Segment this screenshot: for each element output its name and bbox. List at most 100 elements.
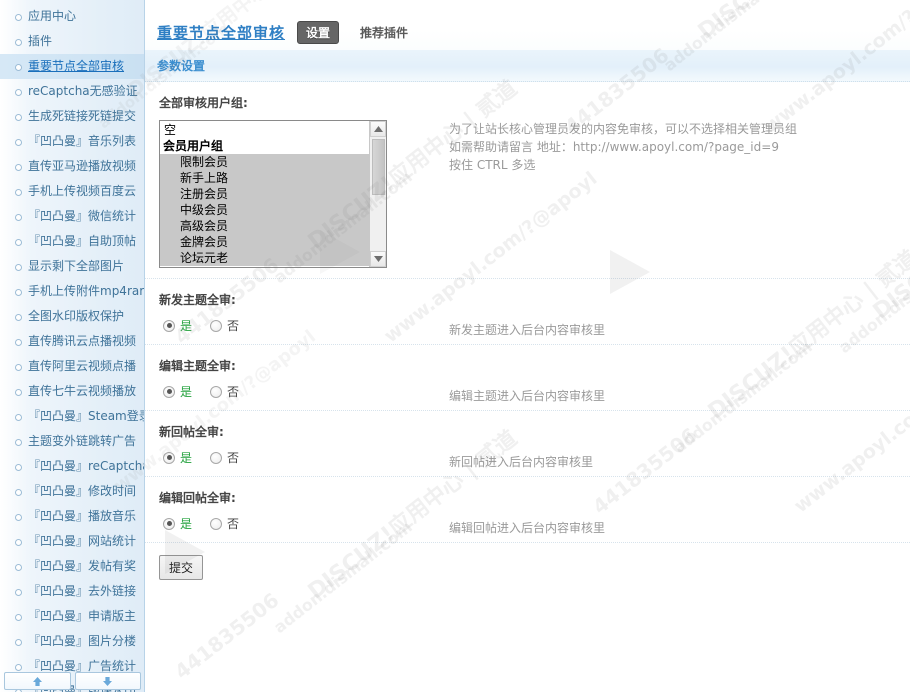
sidebar-item-21[interactable]: 『凹凸曼』网站统计 <box>0 529 144 554</box>
bullet-icon <box>15 589 22 596</box>
radio-icon <box>163 319 175 332</box>
field-usergroup-label: 全部审核用户组: <box>159 96 248 110</box>
edit-thread-radio-no[interactable]: 否 <box>210 383 239 400</box>
sidebar-item-1[interactable]: 插件 <box>0 29 144 54</box>
bullet-icon <box>15 64 22 71</box>
sidebar-pager <box>0 670 144 692</box>
bullet-icon <box>15 389 22 396</box>
bullet-icon <box>15 314 22 321</box>
arrow-up-icon <box>31 676 44 687</box>
usergroup-option[interactable]: 金牌会员 <box>160 234 369 250</box>
page-title[interactable]: 重要节点全部审核 <box>157 22 285 43</box>
sidebar-item-label: 全图水印版权保护 <box>28 309 125 323</box>
sidebar-item-label: 主题变外链跳转广告 <box>28 434 137 448</box>
usergroup-help-line-3: 按住 CTRL 多选 <box>449 158 536 172</box>
sidebar-item-label: 『凹凸曼』图片分楼 <box>28 634 137 648</box>
scrollbar-thumb[interactable] <box>372 139 385 195</box>
sidebar-scroll-up-button[interactable] <box>4 672 71 690</box>
usergroup-option[interactable]: 限制会员 <box>160 154 369 170</box>
sidebar-item-16[interactable]: 『凹凸曼』Steam登录 <box>0 404 144 429</box>
sidebar-item-label: 『凹凸曼』微信统计 <box>28 209 137 223</box>
usergroup-scrollbar[interactable] <box>369 121 386 267</box>
new-post-no-label: 否 <box>227 451 240 465</box>
sidebar-item-22[interactable]: 『凹凸曼』发帖有奖 <box>0 554 144 579</box>
edit-post-radio-yes[interactable]: 是 <box>163 515 192 532</box>
sidebar-item-13[interactable]: 直传腾讯云点播视频 <box>0 329 144 354</box>
usergroup-option[interactable]: 注册会员 <box>160 186 369 202</box>
usergroup-multiselect[interactable]: 空会员用户组限制会员新手上路注册会员中级会员高级会员金牌会员论坛元老自定义用户组 <box>159 120 387 268</box>
new-post-radio-no[interactable]: 否 <box>210 449 239 466</box>
field-usergroup-help: 为了让站长核心管理员发的内容免审核，可以不选择相关管理员组 如需帮助请留言 地址… <box>449 120 879 174</box>
sidebar-item-label: 直传阿里云视频点播 <box>28 359 137 373</box>
sidebar-item-5[interactable]: 『凹凸曼』音乐列表 <box>0 129 144 154</box>
sidebar-item-label: 『凹凸曼』发帖有奖 <box>28 559 137 573</box>
sidebar-item-label: 『凹凸曼』reCaptcha <box>28 459 144 473</box>
sidebar-item-12[interactable]: 全图水印版权保护 <box>0 304 144 329</box>
new-thread-yes-label: 是 <box>180 319 193 333</box>
sidebar-item-label: 手机上传视频百度云 <box>28 184 137 198</box>
usergroup-option[interactable]: 新手上路 <box>160 170 369 186</box>
field-new-thread-help: 新发主题进入后台内容审核里 <box>449 323 606 337</box>
sidebar-item-14[interactable]: 直传阿里云视频点播 <box>0 354 144 379</box>
edit-post-radio-no[interactable]: 否 <box>210 515 239 532</box>
sidebar-item-10[interactable]: 显示剩下全部图片 <box>0 254 144 279</box>
usergroup-option[interactable]: 论坛元老 <box>160 250 369 266</box>
new-post-radio-yes[interactable]: 是 <box>163 449 192 466</box>
sidebar-item-15[interactable]: 直传七牛云视频播放 <box>0 379 144 404</box>
arrow-down-icon <box>101 676 114 687</box>
radio-icon <box>210 319 223 332</box>
new-thread-radio-group: 是 否 <box>159 317 239 334</box>
new-thread-no-label: 否 <box>227 319 240 333</box>
bullet-icon <box>15 339 22 346</box>
usergroup-option[interactable]: 空 <box>160 122 369 138</box>
field-new-post-label: 新回帖全审: <box>159 425 224 439</box>
sidebar-item-24[interactable]: 『凹凸曼』申请版主 <box>0 604 144 629</box>
tab-recommended-plugins[interactable]: 推荐插件 <box>351 21 417 44</box>
sidebar-item-25[interactable]: 『凹凸曼』图片分楼 <box>0 629 144 654</box>
sidebar-item-label: 直传亚马逊播放视频 <box>28 159 137 173</box>
usergroup-help-line-2: 如需帮助请留言 地址：http://www.apoyl.com/?page_id… <box>449 140 779 154</box>
sidebar-item-label: 重要节点全部审核 <box>28 59 125 73</box>
tabbar: 重要节点全部审核 设置 推荐插件 <box>145 0 910 50</box>
edit-thread-radio-yes[interactable]: 是 <box>163 383 192 400</box>
new-thread-radio-yes[interactable]: 是 <box>163 317 192 334</box>
sidebar-item-6[interactable]: 直传亚马逊播放视频 <box>0 154 144 179</box>
sidebar-item-4[interactable]: 生成死链接死链提交 <box>0 104 144 129</box>
submit-button[interactable]: 提交 <box>159 555 204 580</box>
sidebar-item-7[interactable]: 手机上传视频百度云 <box>0 179 144 204</box>
sidebar-item-3[interactable]: reCaptcha无感验证 <box>0 79 144 104</box>
sidebar-item-11[interactable]: 手机上传附件mp4rar <box>0 279 144 304</box>
settings-form: 全部审核用户组: 空会员用户组 限制会员 新手上路 注册会员 中级会员 高级会员 金牌会员论… <box>145 82 910 580</box>
bullet-icon <box>15 464 22 471</box>
bullet-icon <box>15 114 22 121</box>
bullet-icon <box>15 614 22 621</box>
sidebar-item-23[interactable]: 『凹凸曼』去外链接 <box>0 579 144 604</box>
sidebar-item-8[interactable]: 『凹凸曼』微信统计 <box>0 204 144 229</box>
new-thread-radio-no[interactable]: 否 <box>210 317 239 334</box>
scrollbar-down-arrow-icon[interactable] <box>370 251 386 267</box>
sidebar-item-label: 生成死链接死链提交 <box>28 109 137 123</box>
bullet-icon <box>15 364 22 371</box>
bullet-icon <box>15 39 22 46</box>
tab-settings[interactable]: 设置 <box>297 20 340 44</box>
usergroup-option-list: 空会员用户组限制会员新手上路注册会员中级会员高级会员金牌会员论坛元老自定义用户组 <box>160 121 369 267</box>
edit-thread-radio-group: 是 否 <box>159 383 239 400</box>
usergroup-option[interactable]: 中级会员 <box>160 202 369 218</box>
usergroup-option[interactable]: 高级会员 <box>160 218 369 234</box>
sidebar-item-9[interactable]: 『凹凸曼』自助顶帖 <box>0 229 144 254</box>
usergroup-help-line-1: 为了让站长核心管理员发的内容免审核，可以不选择相关管理员组 <box>449 122 798 136</box>
sidebar-item-2[interactable]: 重要节点全部审核 <box>0 54 144 79</box>
usergroup-optgroup-label: 会员用户组 <box>163 139 224 153</box>
bullet-icon <box>15 564 22 571</box>
sidebar-item-18[interactable]: 『凹凸曼』reCaptcha <box>0 454 144 479</box>
sidebar-item-0[interactable]: 应用中心 <box>0 4 144 29</box>
sidebar-scroll-down-button[interactable] <box>74 672 141 690</box>
edit-post-no-label: 否 <box>227 517 240 531</box>
sidebar-item-20[interactable]: 『凹凸曼』播放音乐 <box>0 504 144 529</box>
radio-icon <box>210 451 223 464</box>
sidebar-item-17[interactable]: 主题变外链跳转广告 <box>0 429 144 454</box>
field-edit-thread-help: 编辑主题进入后台内容审核里 <box>449 389 606 403</box>
bullet-icon <box>15 14 22 21</box>
scrollbar-up-arrow-icon[interactable] <box>370 121 386 137</box>
sidebar-item-19[interactable]: 『凹凸曼』修改时间 <box>0 479 144 504</box>
